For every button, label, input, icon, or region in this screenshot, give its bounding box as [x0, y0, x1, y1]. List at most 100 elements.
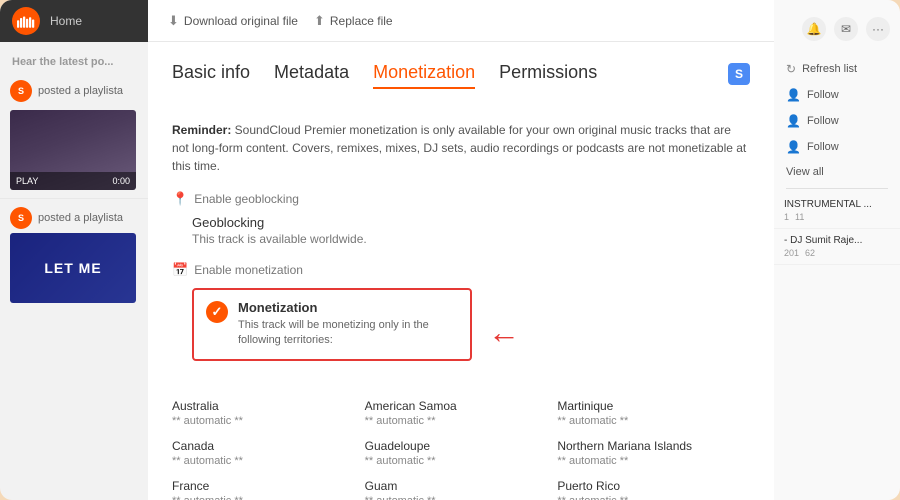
right-track-2[interactable]: - DJ Sumit Raje... 201 62 — [774, 229, 900, 265]
territory-item: Martinique ** automatic ** — [557, 393, 750, 433]
feed-thumb-2[interactable]: LET ME — [10, 233, 136, 303]
geoblocking-desc: This track is available worldwide. — [192, 232, 750, 246]
territory-item: Puerto Rico ** automatic ** — [557, 473, 750, 500]
feed-thumb-1[interactable]: PLAY 0:00 — [10, 110, 136, 190]
territory-name: Puerto Rico — [557, 479, 738, 493]
tab-permissions[interactable]: Permissions — [499, 62, 597, 87]
feed-thumb-overlay-1: PLAY 0:00 — [10, 172, 136, 190]
replace-icon: ⬆ — [314, 13, 325, 29]
avatar-sam-2: S — [10, 207, 32, 229]
right-sidebar-list: ↻ Refresh list 👤 Follow 👤 Follow 👤 Follo… — [774, 50, 900, 492]
toolbar: ⬇ Download original file ⬆ Replace file — [148, 0, 774, 42]
more-icon[interactable]: ··· — [866, 17, 890, 41]
tab-basic-info[interactable]: Basic info — [172, 62, 250, 87]
right-sidebar-header: 🔔 ✉ ··· — [774, 8, 900, 50]
territory-name: France — [172, 479, 353, 493]
territory-auto: ** automatic ** — [557, 495, 738, 500]
territory-auto: ** automatic ** — [172, 415, 353, 427]
right-track-2-comments: 62 — [805, 248, 815, 258]
main-content: ⬇ Download original file ⬆ Replace file … — [148, 0, 774, 500]
avatar-sam-1: S — [10, 80, 32, 102]
follow-icon-2: 👤 — [786, 114, 801, 128]
territory-name: Canada — [172, 439, 353, 453]
view-all-button[interactable]: View all — [774, 160, 900, 184]
location-icon: 📍 — [172, 191, 188, 207]
bell-icon[interactable]: 🔔 — [802, 17, 826, 41]
check-icon: ✓ — [206, 301, 228, 323]
main-body: Basic info Metadata Monetization Permiss… — [148, 42, 774, 500]
territory-item: Guadeloupe ** automatic ** — [365, 433, 558, 473]
download-button[interactable]: ⬇ Download original file — [168, 13, 298, 29]
replace-button[interactable]: ⬆ Replace file — [314, 13, 393, 29]
feed-post-2: S posted a playlista LET ME — [0, 199, 148, 311]
territory-auto: ** automatic ** — [365, 495, 546, 500]
monetization-desc: This track will be monetizing only in th… — [238, 318, 458, 349]
territory-name: Australia — [172, 399, 353, 413]
arrow-indicator: ← — [488, 314, 520, 351]
monetization-text: Monetization This track will be monetizi… — [238, 300, 458, 349]
soundcloud-logo[interactable] — [12, 7, 40, 35]
territory-item: American Samoa ** automatic ** — [365, 393, 558, 433]
refresh-list-button[interactable]: ↻ Refresh list — [774, 56, 900, 82]
territory-name: Martinique — [557, 399, 738, 413]
right-track-2-title: - DJ Sumit Raje... — [784, 235, 890, 246]
follow-button-2[interactable]: 👤 Follow — [774, 108, 900, 134]
sidebar-feed: Hear the latest po... S posted a playlis… — [0, 42, 148, 500]
calendar-icon: 📅 — [172, 262, 188, 278]
arrow-left-icon: ← — [488, 314, 520, 350]
geoblocking-toggle[interactable]: 📍 Enable geoblocking — [172, 191, 750, 207]
monetization-toggle[interactable]: 📅 Enable monetization — [172, 262, 750, 278]
right-track-2-stats: 201 62 — [784, 248, 890, 258]
territory-item: Northern Mariana Islands ** automatic ** — [557, 433, 750, 473]
territory-auto: ** automatic ** — [557, 415, 738, 427]
right-divider — [786, 188, 888, 189]
monetization-box: ✓ Monetization This track will be moneti… — [192, 288, 472, 361]
right-track-1[interactable]: INSTRUMENTAL ... 1 11 — [774, 193, 900, 229]
follow-icon-3: 👤 — [786, 140, 801, 154]
monetization-box-row: ✓ Monetization This track will be moneti… — [192, 288, 750, 377]
refresh-icon: ↻ — [786, 62, 796, 76]
territory-name: Northern Mariana Islands — [557, 439, 738, 453]
territory-item: Canada ** automatic ** — [172, 433, 365, 473]
sidebar-section-title: Hear the latest po... — [0, 50, 148, 72]
follow-button-3[interactable]: 👤 Follow — [774, 134, 900, 160]
territory-item: Guam ** automatic ** — [365, 473, 558, 500]
right-track-1-comments: 11 — [795, 212, 804, 222]
tab-monetization[interactable]: Monetization — [373, 62, 475, 89]
geoblocking-content: Geoblocking This track is available worl… — [192, 215, 750, 246]
territory-auto: ** automatic ** — [365, 415, 546, 427]
sidebar-header: Home — [0, 0, 148, 42]
tab-badge: S — [728, 63, 750, 85]
reminder-text: Reminder: SoundCloud Premier monetizatio… — [172, 121, 750, 175]
download-icon: ⬇ — [168, 13, 179, 29]
left-sidebar: Home Hear the latest po... S posted a pl… — [0, 0, 148, 500]
right-sidebar: 🔔 ✉ ··· ↻ Refresh list 👤 Follow 👤 Follow… — [774, 0, 900, 500]
mail-icon[interactable]: ✉ — [834, 17, 858, 41]
geoblocking-title: Geoblocking — [192, 215, 750, 230]
territory-auto: ** automatic ** — [172, 495, 353, 500]
tabs: Basic info Metadata Monetization Permiss… — [172, 62, 750, 89]
territory-name: Guam — [365, 479, 546, 493]
tabs-row: Basic info Metadata Monetization Permiss… — [172, 62, 750, 105]
monetization-title: Monetization — [238, 300, 458, 315]
feed-post-2-user: S posted a playlista — [10, 207, 138, 229]
right-track-1-title: INSTRUMENTAL ... — [784, 199, 890, 210]
right-track-1-stats: 1 11 — [784, 212, 890, 222]
territory-grid: Australia ** automatic ** American Samoa… — [172, 393, 750, 500]
right-track-1-likes: 1 — [784, 212, 789, 222]
territory-auto: ** automatic ** — [172, 455, 353, 467]
right-track-2-likes: 201 — [784, 248, 799, 258]
territory-auto: ** automatic ** — [365, 455, 546, 467]
follow-icon-1: 👤 — [786, 88, 801, 102]
feed-post-2-action: posted a playlista — [38, 212, 123, 224]
territory-item: Australia ** automatic ** — [172, 393, 365, 433]
feed-post-1-action: posted a playlista — [38, 85, 123, 97]
follow-button-1[interactable]: 👤 Follow — [774, 82, 900, 108]
territory-auto: ** automatic ** — [557, 455, 738, 467]
home-button[interactable]: Home — [50, 14, 82, 28]
territory-name: Guadeloupe — [365, 439, 546, 453]
territory-name: American Samoa — [365, 399, 546, 413]
tab-metadata[interactable]: Metadata — [274, 62, 349, 87]
feed-post-1: S posted a playlista PLAY 0:00 — [0, 72, 148, 199]
feed-post-1-user: S posted a playlista — [10, 80, 138, 102]
